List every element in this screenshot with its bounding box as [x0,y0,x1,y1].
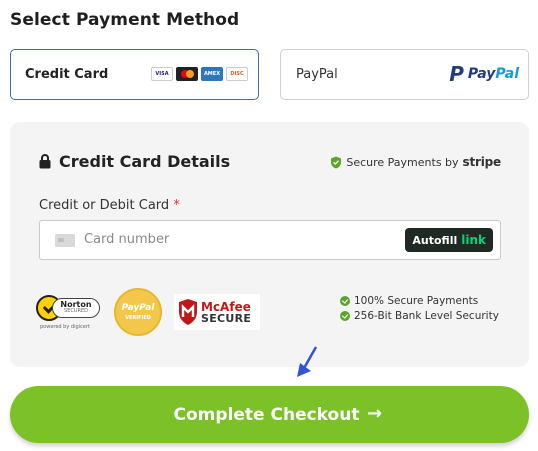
norton-secured-badge: Norton SECURED powered by digicert [36,291,102,333]
visa-icon: VISA [151,67,173,81]
secure-payments-text: Secure Payments by [346,155,459,169]
credit-card-option[interactable]: Credit Card VISA AMEX DISC [10,49,259,100]
complete-checkout-button[interactable]: Complete Checkout → [10,386,529,443]
mastercard-icon [176,67,198,81]
section-title: Select Payment Method [10,10,240,30]
card-field-label: Credit or Debit Card * [39,198,180,213]
lock-icon [39,154,51,169]
pointer-arrow-icon [297,346,318,377]
amex-icon: AMEX [201,67,223,81]
list-item: 100% Secure Payments [340,295,499,307]
paypal-logo-icon: P PayPal [449,62,519,86]
required-mark: * [173,198,180,213]
autofill-text: Autofill [412,233,458,247]
card-number-input[interactable]: Card number Autofill link [39,220,501,260]
paypal-verified-badge: PayPal VERIFIED [114,288,162,336]
card-brand-logos: VISA AMEX DISC [151,67,248,81]
security-checklist: 100% Secure Payments 256-Bit Bank Level … [340,295,499,322]
arrow-right-icon: → [367,403,383,424]
trust-badges: Norton SECURED powered by digicert PayPa… [36,288,260,336]
link-logo: link [461,233,486,247]
card-details-panel: Credit Card Details Secure Payments by s… [10,122,529,367]
secure-payments-badge: Secure Payments by stripe [330,155,501,169]
card-number-placeholder: Card number [84,232,170,247]
discover-icon: DISC [226,67,248,81]
credit-card-label: Credit Card [25,67,109,82]
card-details-title: Credit Card Details [59,152,231,171]
check-circle-icon [340,311,350,321]
mcafee-secure-badge: McAfee SECURE [174,294,260,330]
autofill-link-button[interactable]: Autofill link [405,228,493,252]
paypal-label: PayPal [296,67,338,82]
mcafee-shield-icon [179,299,197,325]
card-icon [55,234,75,247]
stripe-logo: stripe [462,155,502,169]
paypal-option[interactable]: PayPal P PayPal [280,49,529,100]
check-circle-icon [340,296,350,306]
list-item: 256-Bit Bank Level Security [340,310,499,322]
shield-check-icon [331,156,342,168]
checkout-label: Complete Checkout [173,404,360,425]
